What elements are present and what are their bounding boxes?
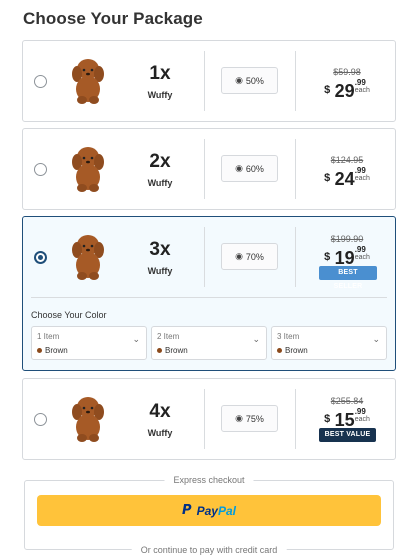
package-option-3[interactable]: 3x Wuffy ◉ 70% $199.90 $ 19.99 each BEST S… bbox=[22, 216, 396, 371]
package-quantity: 3x bbox=[149, 239, 171, 260]
discount-badge: ◉ 70% bbox=[221, 243, 278, 270]
color-swatch bbox=[277, 348, 282, 353]
package-radio[interactable] bbox=[34, 163, 47, 176]
package-quantity: 1x bbox=[149, 63, 171, 84]
color-select-2[interactable]: 2 Item Brown ⌄ bbox=[151, 326, 267, 360]
divider bbox=[204, 227, 205, 287]
poodle-plush-image bbox=[72, 235, 104, 280]
package-brand: Wuffy bbox=[147, 428, 173, 438]
original-price: $59.98 bbox=[333, 67, 361, 77]
divider bbox=[295, 139, 296, 199]
package-option-2[interactable]: 2x Wuffy ◉ 60% $124.95 $ 24.99 each bbox=[22, 128, 396, 210]
color-select-1[interactable]: 1 Item Brown ⌄ bbox=[31, 326, 147, 360]
divider bbox=[295, 51, 296, 111]
poodle-plush-image bbox=[72, 147, 104, 192]
package-radio[interactable] bbox=[34, 75, 47, 88]
original-price: $255.84 bbox=[330, 396, 364, 406]
divider bbox=[204, 51, 205, 111]
poodle-plush-image bbox=[72, 397, 104, 442]
chevron-down-icon: ⌄ bbox=[132, 334, 140, 344]
tag-icon: ◉ bbox=[235, 251, 243, 261]
express-checkout-label: Express checkout bbox=[164, 475, 254, 485]
chevron-down-icon: ⌄ bbox=[372, 334, 380, 344]
express-checkout-section: Express checkout P PayPal Or continue to… bbox=[24, 475, 394, 555]
best-value-badge: BEST VALUE bbox=[319, 428, 376, 442]
original-price: $199.90 bbox=[330, 234, 364, 244]
package-radio[interactable] bbox=[34, 413, 47, 426]
divider bbox=[204, 389, 205, 449]
color-select-3[interactable]: 3 Item Brown ⌄ bbox=[271, 326, 387, 360]
color-picker-label: Choose Your Color bbox=[31, 310, 107, 320]
tag-icon: ◉ bbox=[235, 413, 243, 423]
discount-badge: ◉ 75% bbox=[221, 405, 278, 432]
divider bbox=[31, 297, 387, 298]
package-brand: Wuffy bbox=[147, 178, 173, 188]
unit-price: $ 24.99 each bbox=[324, 166, 370, 190]
paypal-button[interactable]: P PayPal bbox=[37, 495, 381, 526]
best-seller-badge: BEST SELLER bbox=[319, 266, 377, 290]
continue-credit-card-label: Or continue to pay with credit card bbox=[131, 545, 287, 555]
color-swatch bbox=[37, 348, 42, 353]
poodle-plush-image bbox=[72, 59, 104, 104]
tag-icon: ◉ bbox=[235, 75, 243, 85]
package-radio-selected[interactable] bbox=[34, 251, 47, 264]
original-price: $124.95 bbox=[330, 155, 364, 165]
package-option-4[interactable]: 4x Wuffy ◉ 75% $255.84 $ 15.99 each BEST V… bbox=[22, 378, 396, 460]
page-title: Choose Your Package bbox=[23, 9, 203, 28]
package-brand: Wuffy bbox=[147, 90, 173, 100]
tag-icon: ◉ bbox=[235, 163, 243, 173]
color-swatch bbox=[157, 348, 162, 353]
package-quantity: 2x bbox=[149, 151, 171, 172]
discount-badge: ◉ 50% bbox=[221, 67, 278, 94]
discount-badge: ◉ 60% bbox=[221, 155, 278, 182]
chevron-down-icon: ⌄ bbox=[252, 334, 260, 344]
package-option-1[interactable]: 1x Wuffy ◉ 50% $59.98 $ 29.99 each bbox=[22, 40, 396, 122]
package-brand: Wuffy bbox=[147, 266, 173, 276]
paypal-logo-icon: P bbox=[182, 503, 192, 518]
divider bbox=[295, 227, 296, 287]
package-quantity: 4x bbox=[149, 401, 171, 422]
divider bbox=[295, 389, 296, 449]
divider bbox=[204, 139, 205, 199]
unit-price: $ 29.99 each bbox=[324, 78, 370, 102]
